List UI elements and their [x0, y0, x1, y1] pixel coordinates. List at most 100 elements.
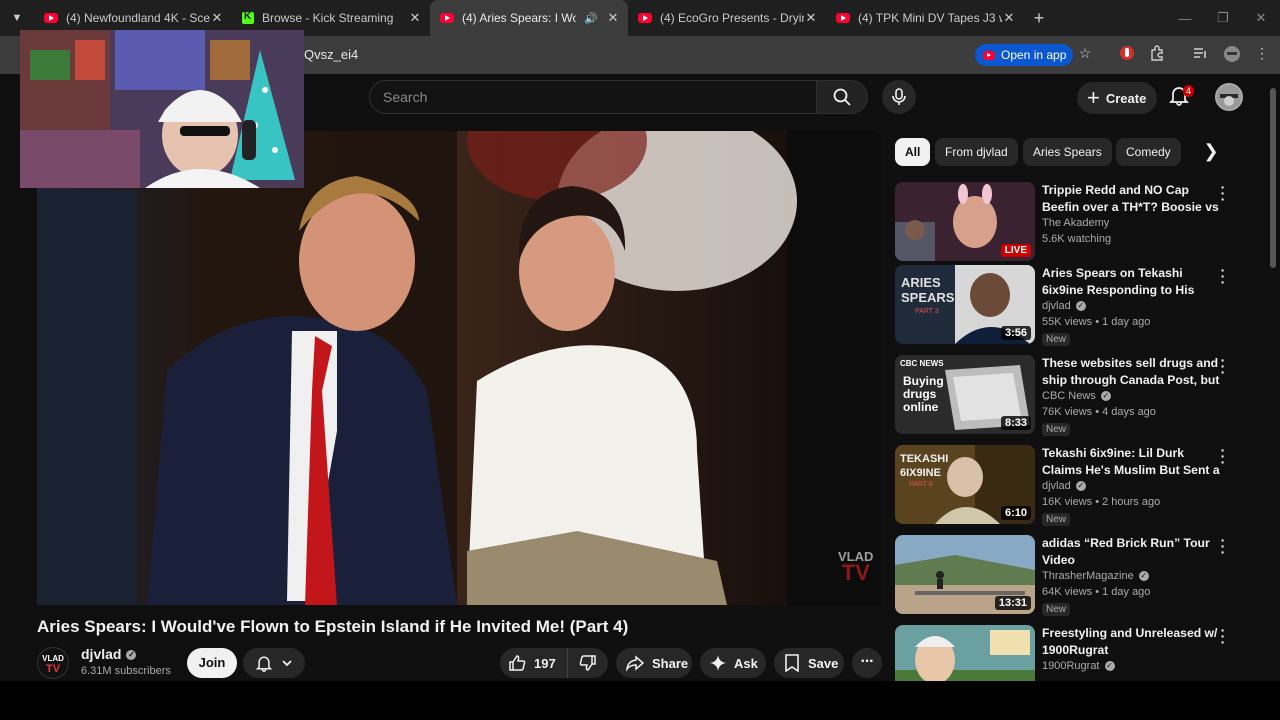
recommendation-item[interactable]: TEKASHI 6IX9INE PART 6 6:10 Tekashi 6ix9… [895, 443, 1235, 527]
recommendation-channel[interactable]: The Akademy [1042, 217, 1109, 229]
recommendation-title[interactable]: adidas “Red Brick Run” Tour Video [1042, 535, 1220, 568]
more-actions-button[interactable]: ··· [852, 648, 882, 678]
recommendation-channel[interactable]: ThrasherMagazine [1042, 570, 1134, 582]
notification-badge: 4 [1183, 85, 1195, 97]
live-badge: LIVE [1000, 244, 1031, 257]
media-control-icon[interactable] [1190, 45, 1210, 64]
video-thumbnail[interactable]: TEKASHI 6IX9INE PART 6 6:10 [895, 445, 1035, 524]
new-tab-button[interactable]: + [1024, 8, 1054, 29]
video-thumbnail[interactable]: ARIES SPEARS PART 3 3:56 [895, 265, 1035, 344]
search-button[interactable] [816, 80, 868, 114]
tab-title: Browse - Kick Streaming [262, 11, 394, 25]
channel-name[interactable]: djvlad [81, 646, 121, 662]
chip-aries-spears[interactable]: Aries Spears [1023, 138, 1112, 166]
recommendation-channel-row[interactable]: CBC News ✓ [1042, 390, 1111, 402]
subscription-bell-button[interactable] [243, 648, 305, 678]
extension-red-icon[interactable] [1117, 45, 1137, 64]
recommendation-channel[interactable]: djvlad [1042, 300, 1071, 312]
recommendation-item[interactable]: CBC NEWS Buying drugs online 8:33 These … [895, 353, 1235, 437]
profile-icon[interactable] [1222, 45, 1242, 66]
recommendation-channel[interactable]: djvlad [1042, 480, 1071, 492]
like-count: 197 [534, 655, 556, 671]
open-in-app-button[interactable]: Open in app [975, 44, 1073, 66]
chip-from-djvlad[interactable]: From djvlad [935, 138, 1018, 166]
page-scrollbar[interactable] [1270, 88, 1276, 268]
recommendation-channel[interactable]: CBC News [1042, 390, 1096, 402]
save-button[interactable]: Save [774, 648, 844, 678]
close-tab-icon[interactable]: ✕ [1002, 10, 1016, 26]
vladtv-watermark: VLAD TV [838, 550, 873, 584]
create-button[interactable]: + Create [1077, 82, 1157, 114]
channel-name-row[interactable]: djvlad ✓ [81, 646, 137, 662]
recommendation-title[interactable]: Freestyling and Unreleased w/ 1900Rugrat [1042, 625, 1220, 658]
browser-tab[interactable]: (4) EcoGro Presents - Drying an ✕ [628, 0, 826, 36]
tab-title: (4) Newfoundland 4K - Scenic R [66, 11, 210, 25]
chip-comedy[interactable]: Comedy [1116, 138, 1181, 166]
sparkle-icon [710, 655, 726, 671]
dislike-button[interactable] [568, 648, 608, 678]
speaker-icon[interactable]: 🔊 [584, 12, 598, 25]
chevron-down-icon [282, 660, 292, 667]
video-thumbnail[interactable]: 13:31 [895, 535, 1035, 614]
recommendation-channel[interactable]: 1900Rugrat [1042, 660, 1100, 672]
chip-all[interactable]: All [895, 138, 931, 166]
channel-avatar[interactable]: VLAD TV [37, 647, 69, 679]
close-tab-icon[interactable]: ✕ [408, 10, 422, 26]
close-tab-icon[interactable]: ✕ [804, 10, 818, 26]
duration-badge: 8:33 [1000, 416, 1031, 430]
url-text[interactable]: Qvsz_ei4 [304, 47, 358, 62]
video-thumbnail[interactable]: LIVE [895, 182, 1035, 261]
new-badge: New [1042, 423, 1071, 436]
thumb-text: PART 6 [909, 481, 933, 488]
join-button[interactable]: Join [187, 648, 237, 678]
browser-tab[interactable]: (4) TPK Mini DV Tapes J3 w/ Ric ✕ [826, 0, 1024, 36]
ask-button[interactable]: Ask [700, 648, 766, 678]
thumb-text: Buying [903, 374, 944, 388]
like-button[interactable]: 197 [500, 648, 568, 678]
close-window-icon[interactable]: ✕ [1242, 10, 1280, 26]
youtube-icon [836, 13, 850, 23]
recommendation-channel-row[interactable]: djvlad ✓ [1042, 480, 1086, 492]
more-vert-icon[interactable]: · · · [1217, 533, 1229, 559]
voice-search-button[interactable] [882, 80, 916, 114]
chevron-right-icon[interactable]: ❯ [1199, 140, 1223, 164]
recommendation-channel-row[interactable]: ThrasherMagazine ✓ [1042, 570, 1149, 582]
recommendation-item[interactable]: LIVE Trippie Redd and NO Cap Beefin over… [895, 180, 1235, 264]
star-icon[interactable]: ☆ [1075, 45, 1095, 62]
recommendation-title[interactable]: Trippie Redd and NO Cap Beefin over a TH… [1042, 182, 1220, 216]
search-input[interactable]: Search [369, 80, 816, 114]
recommendation-item[interactable]: ARIES SPEARS PART 3 3:56 Aries Spears on… [895, 263, 1235, 347]
browser-tab-active[interactable]: (4) Aries Spears: I Would've 🔊 ✕ [430, 0, 628, 36]
minimize-icon[interactable]: — [1166, 11, 1204, 26]
account-avatar[interactable] [1215, 83, 1243, 111]
avatar-top: VLAD [42, 654, 64, 663]
more-vert-icon[interactable]: · · · [1217, 180, 1229, 206]
share-icon [626, 655, 644, 672]
more-vert-icon[interactable]: · · · [1217, 443, 1229, 469]
bookmark-icon [785, 654, 799, 672]
tab-title: (4) TPK Mini DV Tapes J3 w/ Ric [858, 11, 1002, 25]
plus-icon: + [1087, 85, 1100, 110]
recommendation-title[interactable]: These websites sell drugs and ship throu… [1042, 355, 1220, 389]
more-vert-icon[interactable]: · · · [1217, 623, 1229, 649]
extensions-icon[interactable] [1147, 45, 1167, 64]
recommendation-channel-row[interactable]: djvlad ✓ [1042, 300, 1086, 312]
tab-title: (4) EcoGro Presents - Drying an [660, 11, 804, 25]
new-badge: New [1042, 513, 1071, 526]
window-controls: — ❐ ✕ [1166, 0, 1280, 36]
share-button[interactable]: Share [616, 648, 692, 678]
video-player[interactable] [37, 131, 881, 605]
recommendation-item[interactable]: 13:31 adidas “Red Brick Run” Tour Video … [895, 533, 1235, 617]
recommendation-channel-row[interactable]: 1900Rugrat ✓ [1042, 660, 1115, 672]
recommendation-title[interactable]: Tekashi 6ix9ine: Lil Durk Claims He's Mu… [1042, 445, 1220, 479]
browser-menu-icon[interactable]: ⋮ [1252, 45, 1272, 62]
duration-badge: 6:10 [1000, 506, 1031, 520]
recommendation-meta: 16K views • 2 hours ago [1042, 496, 1161, 508]
more-vert-icon[interactable]: · · · [1217, 263, 1229, 289]
recommendation-title[interactable]: Aries Spears on Tekashi 6ix9ine Respondi… [1042, 265, 1220, 299]
more-vert-icon[interactable]: · · · [1217, 353, 1229, 379]
close-tab-icon[interactable]: ✕ [606, 10, 620, 26]
video-thumbnail[interactable]: CBC NEWS Buying drugs online 8:33 [895, 355, 1035, 434]
maximize-icon[interactable]: ❐ [1204, 10, 1242, 26]
close-tab-icon[interactable]: ✕ [210, 10, 224, 26]
